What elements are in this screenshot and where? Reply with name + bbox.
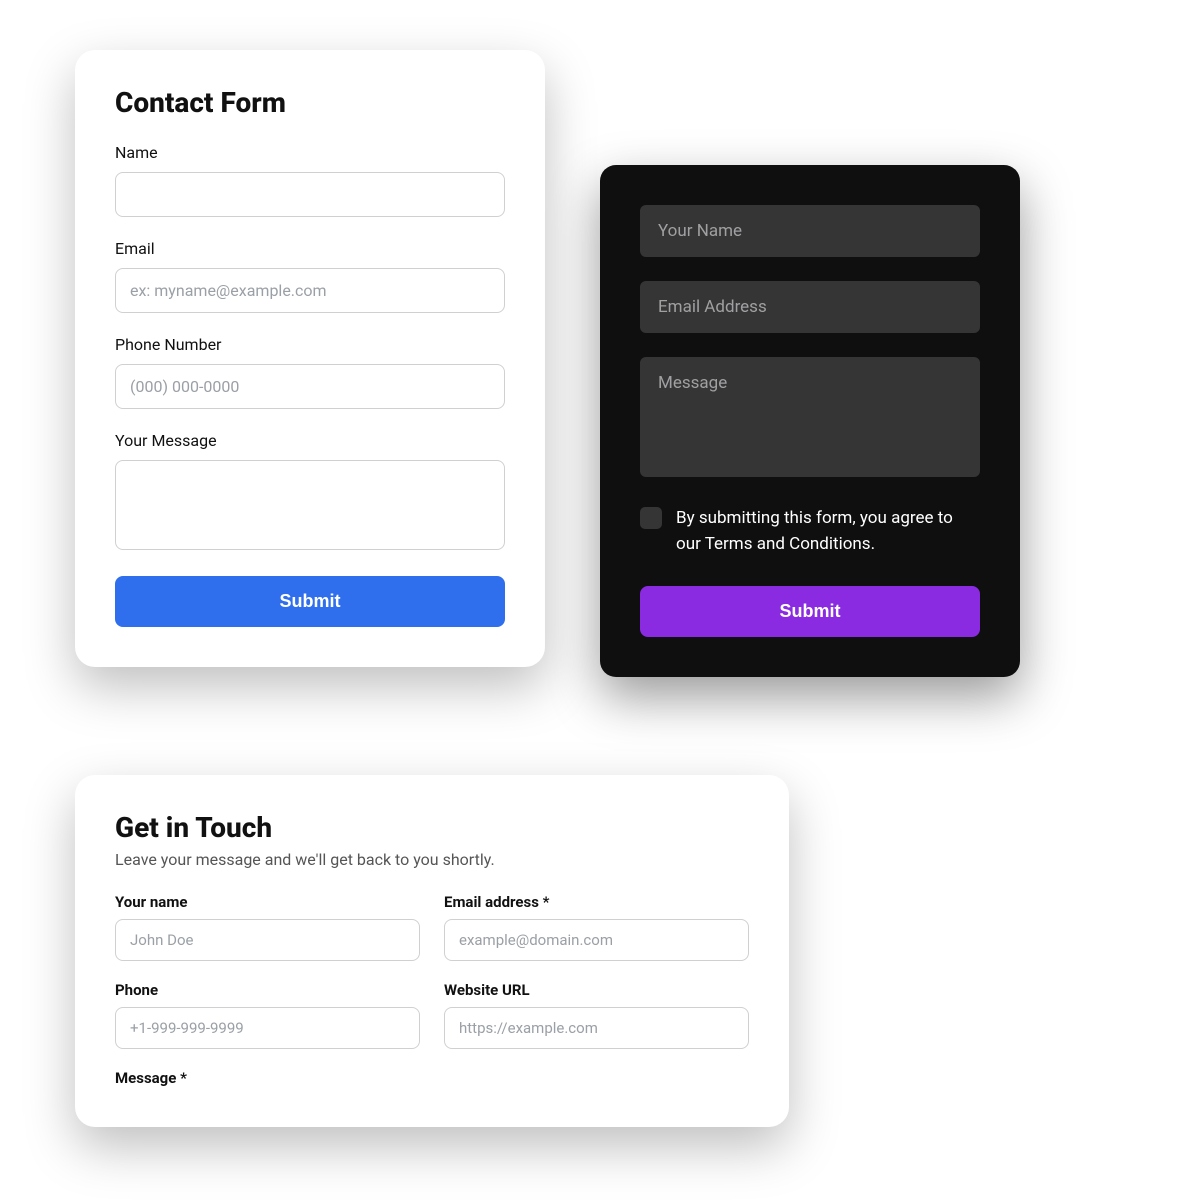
name-label: Your name <box>115 893 420 911</box>
name-input[interactable] <box>640 205 980 257</box>
submit-button[interactable]: Submit <box>640 586 980 637</box>
get-in-touch-title: Get in Touch <box>115 811 749 844</box>
message-input[interactable] <box>640 357 980 477</box>
name-label: Name <box>115 143 505 162</box>
phone-col: Phone <box>115 981 420 1049</box>
contact-form-card: Contact Form Name Email Phone Number You… <box>75 50 545 667</box>
email-input[interactable] <box>640 281 980 333</box>
email-label: Email address * <box>444 893 749 911</box>
terms-label: By submitting this form, you agree to ou… <box>676 505 980 558</box>
email-input[interactable] <box>115 268 505 313</box>
email-col: Email address * <box>444 893 749 961</box>
row-1: Your name Email address * <box>115 893 749 961</box>
email-label: Email <box>115 239 505 258</box>
email-field-group: Email <box>115 239 505 313</box>
contact-form-title: Contact Form <box>115 86 505 119</box>
name-input[interactable] <box>115 919 420 961</box>
dark-form-card: By submitting this form, you agree to ou… <box>600 165 1020 677</box>
website-label: Website URL <box>444 981 749 999</box>
phone-label: Phone Number <box>115 335 505 354</box>
message-input[interactable] <box>115 460 505 550</box>
row-2: Phone Website URL <box>115 981 749 1049</box>
message-label: Message * <box>115 1069 749 1087</box>
phone-input[interactable] <box>115 364 505 409</box>
phone-input[interactable] <box>115 1007 420 1049</box>
terms-checkbox[interactable] <box>640 507 662 529</box>
website-input[interactable] <box>444 1007 749 1049</box>
terms-row: By submitting this form, you agree to ou… <box>640 505 980 558</box>
name-col: Your name <box>115 893 420 961</box>
phone-field-group: Phone Number <box>115 335 505 409</box>
website-col: Website URL <box>444 981 749 1049</box>
get-in-touch-subtitle: Leave your message and we'll get back to… <box>115 850 749 869</box>
email-input[interactable] <box>444 919 749 961</box>
message-field-group: Your Message <box>115 431 505 554</box>
get-in-touch-card: Get in Touch Leave your message and we'l… <box>75 775 789 1127</box>
submit-button[interactable]: Submit <box>115 576 505 627</box>
name-input[interactable] <box>115 172 505 217</box>
phone-label: Phone <box>115 981 420 999</box>
message-label: Your Message <box>115 431 505 450</box>
name-field-group: Name <box>115 143 505 217</box>
